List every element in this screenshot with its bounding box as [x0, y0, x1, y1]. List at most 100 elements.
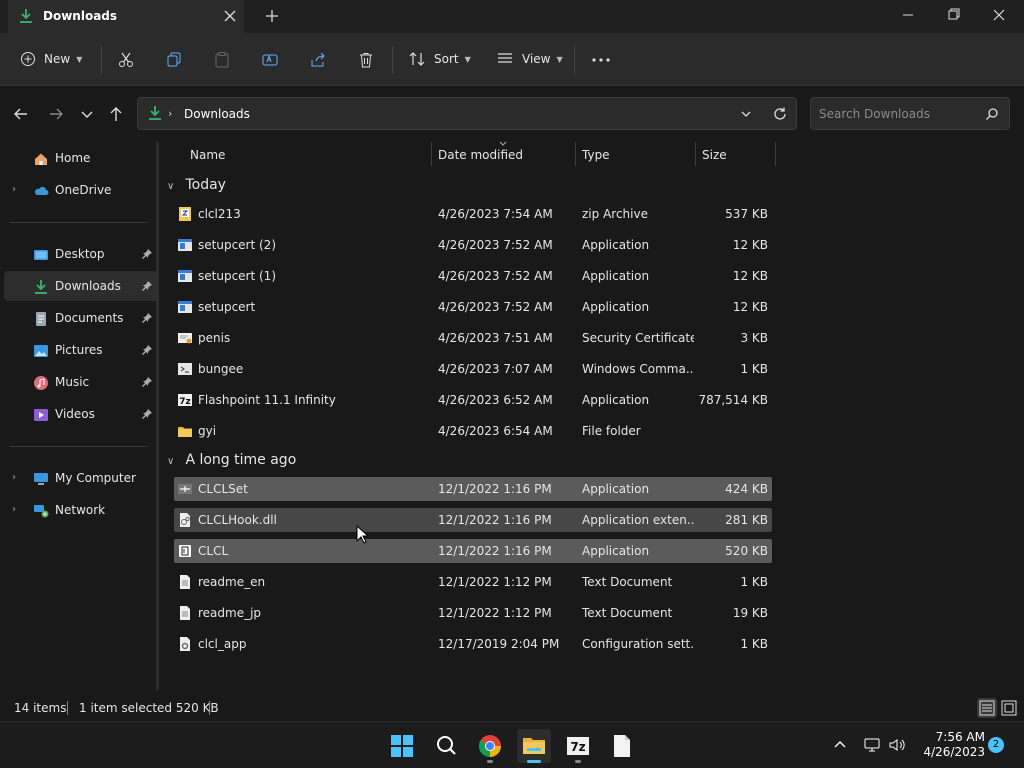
copy-icon[interactable] [165, 51, 183, 69]
restore-icon[interactable] [941, 4, 965, 26]
taskbar-search-button[interactable] [429, 729, 463, 763]
notification-badge[interactable]: 2 [988, 737, 1004, 753]
pin-icon[interactable] [141, 280, 153, 292]
search-box[interactable] [810, 97, 1010, 130]
sidebar-item-label: Pictures [55, 343, 103, 357]
sort-button[interactable]: Sort ▼ [408, 46, 471, 72]
sidebar-item-pictures[interactable]: Pictures [4, 335, 158, 365]
taskbar-7zip[interactable]: 7z [561, 729, 595, 763]
paste-icon[interactable] [213, 51, 231, 69]
volume-icon[interactable] [888, 736, 906, 754]
column-divider[interactable] [695, 142, 696, 166]
expand-icon[interactable]: › [12, 184, 16, 195]
chevron-down-icon[interactable] [739, 107, 753, 121]
new-tab-icon[interactable] [262, 6, 282, 26]
file-type: Application [582, 238, 650, 252]
column-header-name[interactable]: Name [190, 148, 225, 162]
taskbar-notepad[interactable] [605, 729, 639, 763]
up-icon[interactable] [104, 102, 128, 126]
network-status-icon[interactable] [863, 736, 881, 754]
tab-downloads[interactable]: Downloads [8, 0, 244, 33]
file-size: 1 KB [740, 637, 768, 651]
file-row[interactable]: setupcert (1) 4/26/2023 7:52 AM Applicat… [174, 264, 772, 288]
expand-icon[interactable]: › [12, 504, 16, 515]
new-button[interactable]: New ▼ [20, 46, 82, 72]
cut-icon[interactable] [117, 51, 135, 69]
delete-icon[interactable] [357, 51, 375, 69]
file-row[interactable]: setupcert 4/26/2023 7:52 AM Application … [174, 295, 772, 319]
expand-icon[interactable]: › [12, 472, 16, 483]
sidebar-item-desktop[interactable]: Desktop [4, 239, 158, 269]
file-type: Text Document [582, 575, 673, 589]
search-icon[interactable] [985, 107, 999, 121]
breadcrumb-chevron-icon[interactable]: › [168, 107, 172, 120]
address-bar[interactable]: › Downloads [137, 97, 797, 130]
back-icon[interactable] [9, 102, 33, 126]
minimize-icon[interactable] [896, 4, 920, 26]
sidebar-item-label: Desktop [55, 247, 105, 261]
recent-locations-icon[interactable] [75, 102, 99, 126]
group-label: A long time ago [185, 452, 297, 468]
file-type: Configuration sett... [582, 637, 694, 651]
more-options-icon[interactable] [590, 51, 612, 69]
sidebar-item-music[interactable]: Music [4, 367, 158, 397]
view-button[interactable]: View ▼ [496, 46, 563, 72]
pictures-icon [34, 345, 48, 357]
file-row[interactable]: CLCLHook.dll 12/1/2022 1:16 PM Applicati… [174, 508, 772, 532]
close-window-icon[interactable] [987, 4, 1011, 26]
file-row[interactable]: penis 4/26/2023 7:51 AM Security Certifi… [174, 326, 772, 350]
pin-icon[interactable] [141, 312, 153, 324]
sidebar-item-videos[interactable]: Videos [4, 399, 158, 429]
computer-icon [34, 473, 48, 485]
column-header-type[interactable]: Type [582, 148, 610, 162]
start-button[interactable] [385, 729, 419, 763]
file-row[interactable]: gyi 4/26/2023 6:54 AM File folder [174, 419, 772, 443]
column-divider[interactable] [775, 142, 776, 166]
file-row[interactable]: clcl213 4/26/2023 7:54 AM zip Archive 53… [174, 202, 772, 226]
file-row[interactable]: 7z Flashpoint 11.1 Infinity 4/26/2023 6:… [174, 388, 772, 412]
svg-text:7z: 7z [570, 740, 585, 754]
chevron-up-icon[interactable] [832, 737, 848, 753]
collapse-chevron-icon[interactable]: ∨ [167, 456, 181, 467]
file-row[interactable]: CLCLSet 12/1/2022 1:16 PM Application 42… [174, 477, 772, 501]
refresh-icon[interactable] [772, 106, 788, 122]
tiles-view-icon[interactable] [999, 698, 1019, 718]
close-tab-icon[interactable] [220, 6, 240, 26]
file-row[interactable]: CLCL 12/1/2022 1:16 PM Application 520 K… [174, 539, 772, 563]
group-header-long-ago[interactable]: ∨ A long time ago [167, 452, 296, 468]
share-icon[interactable] [309, 51, 327, 69]
forward-icon[interactable] [44, 102, 68, 126]
column-header-date[interactable]: Date modified [438, 148, 523, 162]
sidebar-item-network[interactable]: › Network [4, 495, 158, 525]
taskbar-chrome[interactable] [473, 729, 507, 763]
pin-icon[interactable] [141, 344, 153, 356]
search-input[interactable] [819, 104, 979, 124]
pin-icon[interactable] [141, 408, 153, 420]
collapse-chevron-icon[interactable]: ∨ [167, 181, 181, 192]
file-row[interactable]: setupcert (2) 4/26/2023 7:52 AM Applicat… [174, 233, 772, 257]
sidebar-item-onedrive[interactable]: › OneDrive [4, 175, 158, 205]
column-header-size[interactable]: Size [702, 148, 727, 162]
pin-icon[interactable] [141, 376, 153, 388]
sidebar-item-home[interactable]: Home [4, 143, 158, 173]
sidebar-item-documents[interactable]: Documents [4, 303, 158, 333]
sidebar-item-my-computer[interactable]: › My Computer [4, 463, 158, 493]
column-divider[interactable] [431, 142, 432, 166]
sidebar-item-downloads[interactable]: Downloads [4, 271, 158, 301]
details-view-icon[interactable] [977, 698, 997, 718]
sidebar-scrollbar[interactable] [156, 142, 159, 690]
group-header-today[interactable]: ∨ Today [167, 177, 226, 193]
pin-icon[interactable] [141, 248, 153, 260]
breadcrumb-downloads[interactable]: Downloads [184, 107, 250, 121]
rename-icon[interactable] [261, 51, 279, 69]
file-date: 4/26/2023 7:54 AM [438, 207, 553, 221]
file-row[interactable]: clcl_app 12/17/2019 2:04 PM Configuratio… [174, 632, 772, 656]
system-clock[interactable]: 7:56 AM 4/26/2023 [915, 730, 985, 760]
file-row[interactable]: readme_en 12/1/2022 1:12 PM Text Documen… [174, 570, 772, 594]
file-row[interactable]: readme_jp 12/1/2022 1:12 PM Text Documen… [174, 601, 772, 625]
sidebar-item-label: Documents [55, 311, 124, 325]
file-row[interactable]: bungee 4/26/2023 7:07 AM Windows Comma..… [174, 357, 772, 381]
app-icon [179, 545, 191, 557]
column-divider[interactable] [575, 142, 576, 166]
taskbar-file-explorer[interactable] [517, 729, 551, 763]
